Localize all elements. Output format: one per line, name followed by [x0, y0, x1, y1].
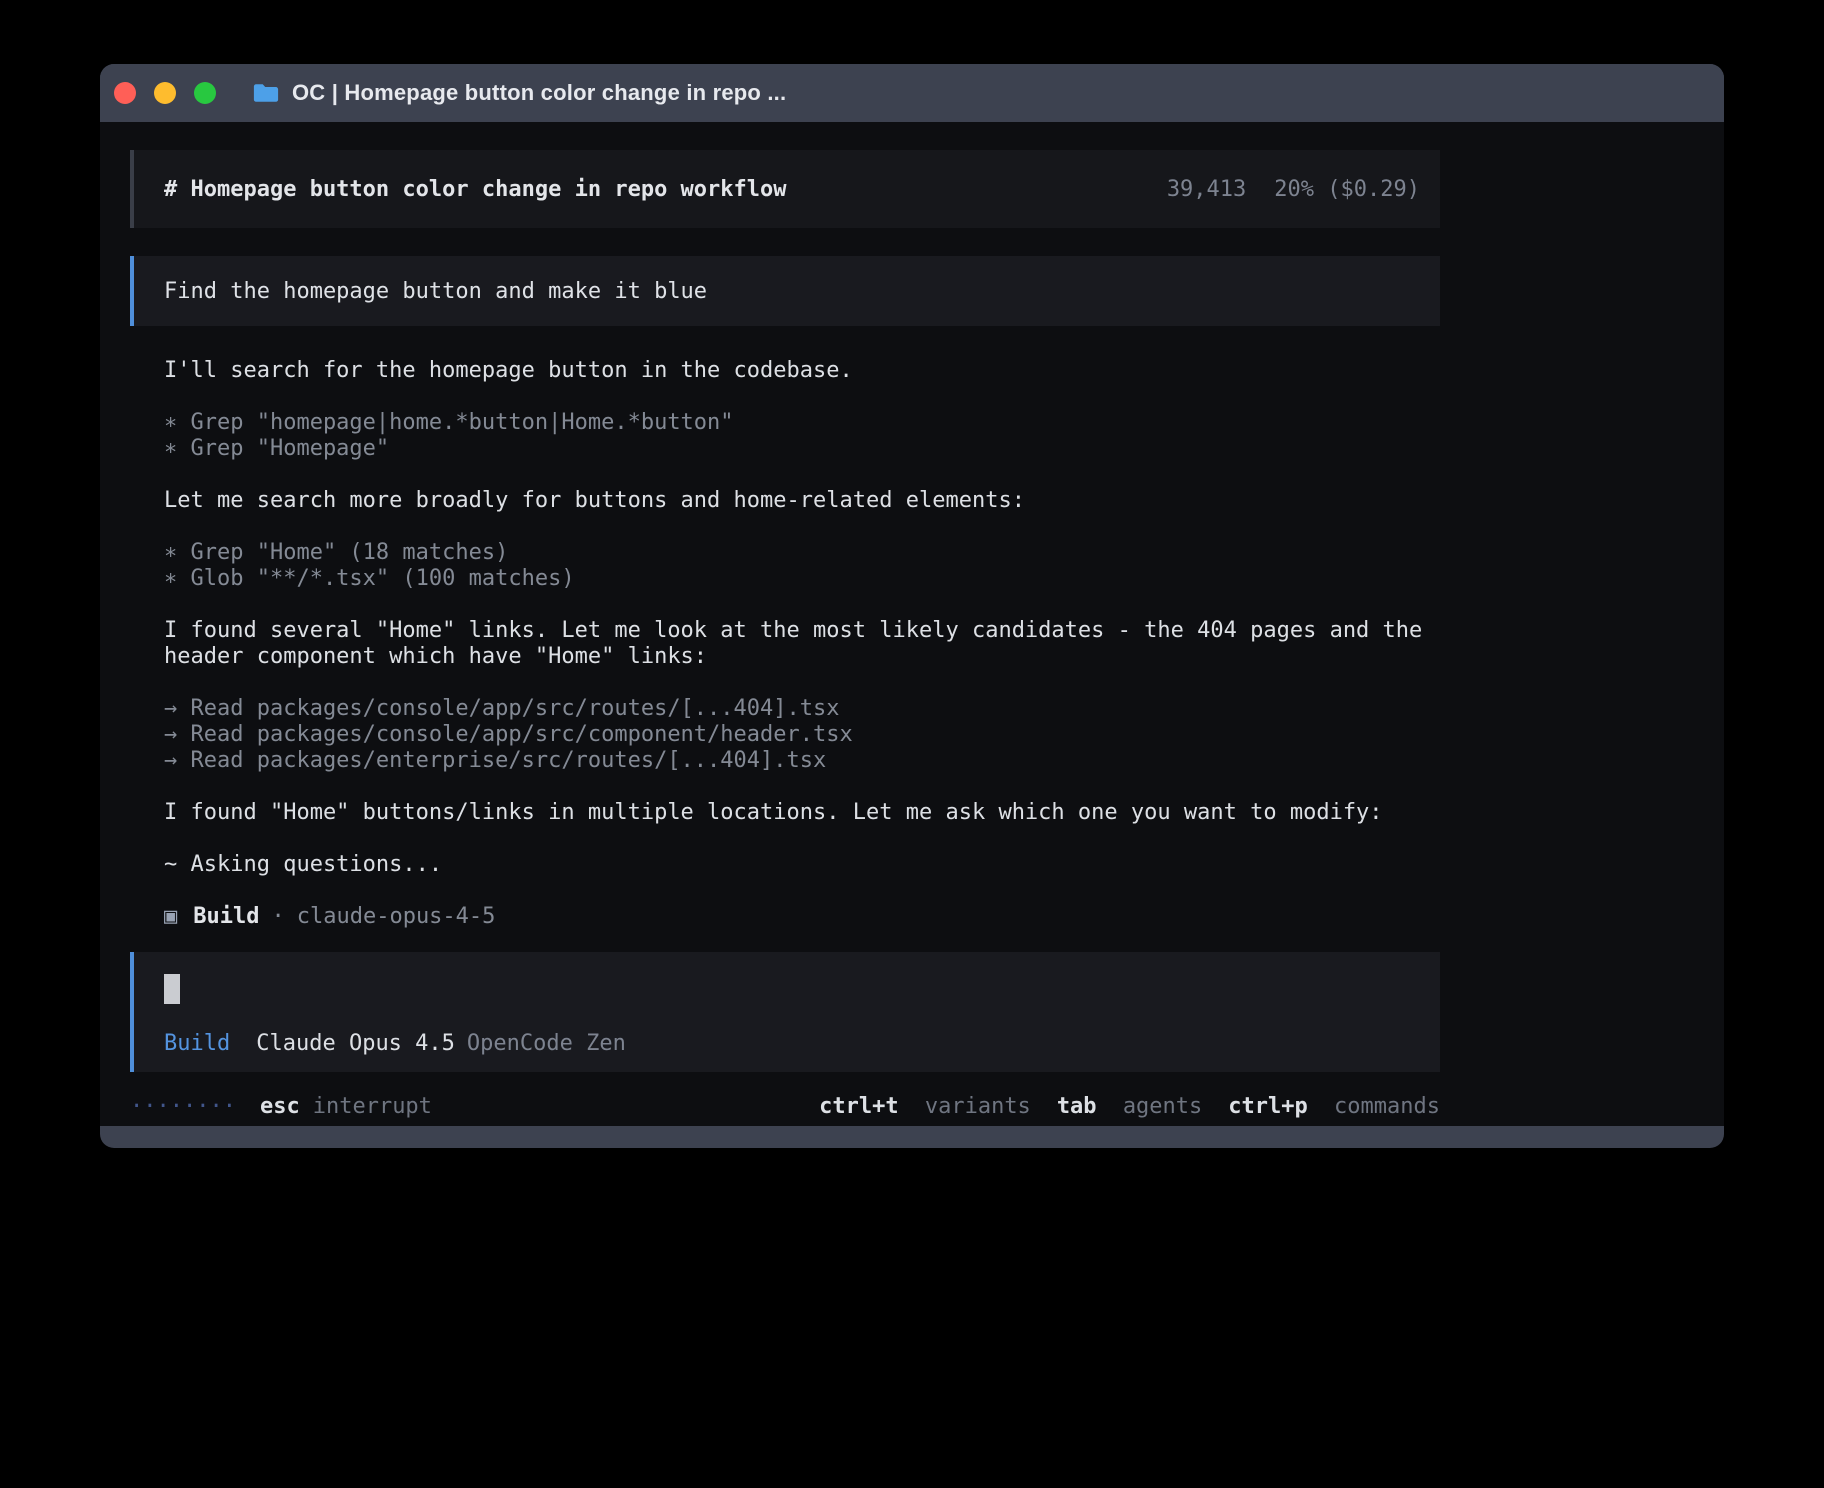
session-stats: 39,413 20% ($0.29): [1167, 177, 1420, 202]
esc-key-label: interrupt: [313, 1094, 432, 1120]
tool-call-line: ∗ Grep "Homepage": [164, 436, 389, 461]
provider-name: OpenCode Zen: [467, 1031, 626, 1056]
agent-name: Build: [193, 904, 259, 930]
terminal-window: OC | Homepage button color change in rep…: [100, 64, 1724, 1148]
status-bar-right: ctrl+t variants tab agents ctrl+p comman…: [819, 1094, 1440, 1120]
context-cost: 20% ($0.29): [1274, 177, 1420, 202]
read-file-line: → Read packages/enterprise/src/routes/[.…: [164, 748, 826, 773]
text-cursor: [164, 974, 180, 1004]
read-file-line: → Read packages/console/app/src/routes/[…: [164, 696, 840, 721]
shortcut-commands: ctrl+p commands: [1228, 1094, 1440, 1120]
status-bar: ········ esc interrupt ctrl+t variants t…: [130, 1094, 1440, 1120]
titlebar: OC | Homepage button color change in rep…: [100, 64, 1724, 122]
close-window-button[interactable]: [114, 82, 136, 104]
assistant-message: Let me search more broadly for buttons a…: [164, 488, 1454, 514]
assistant-message: I found "Home" buttons/links in multiple…: [164, 800, 1454, 826]
folder-icon: [252, 82, 280, 104]
read-file-line: → Read packages/console/app/src/componen…: [164, 722, 853, 747]
shortcut-key: ctrl+p: [1228, 1094, 1307, 1119]
agent-square-icon: ▣: [164, 904, 177, 930]
shortcut-label: agents: [1123, 1094, 1202, 1119]
agent-model: claude-opus-4-5: [297, 904, 496, 930]
user-message-text: Find the homepage button and make it blu…: [164, 279, 707, 304]
agent-status-line: ▣ Build · claude-opus-4-5: [164, 904, 1454, 930]
shortcut-label: commands: [1334, 1094, 1440, 1119]
assistant-message: I'll search for the homepage button in t…: [164, 358, 1454, 384]
mode-label[interactable]: Build: [164, 1031, 230, 1056]
session-title: # Homepage button color change in repo w…: [164, 177, 787, 202]
tool-call-group: → Read packages/console/app/src/routes/[…: [164, 696, 1454, 774]
tool-call-line: ∗ Glob "**/*.tsx" (100 matches): [164, 566, 575, 591]
shortcut-key: ctrl+t: [819, 1094, 898, 1119]
zoom-window-button[interactable]: [194, 82, 216, 104]
model-name[interactable]: Claude Opus 4.5: [256, 1031, 455, 1056]
tool-call-group: ∗ Grep "Home" (18 matches) ∗ Glob "**/*.…: [164, 540, 1454, 592]
terminal-body: # Homepage button color change in repo w…: [100, 122, 1724, 1126]
tool-call-group: ∗ Grep "homepage|home.*button|Home.*butt…: [164, 410, 1454, 462]
window-title: OC | Homepage button color change in rep…: [292, 80, 786, 106]
tool-call-line: ∗ Grep "homepage|home.*button|Home.*butt…: [164, 410, 734, 435]
shortcut-variants: ctrl+t variants: [819, 1094, 1031, 1120]
spinner-dots: ········: [130, 1094, 236, 1120]
token-count: 39,413: [1167, 177, 1246, 202]
shortcut-agents: tab agents: [1057, 1094, 1202, 1120]
assistant-message: I found several "Home" links. Let me loo…: [164, 618, 1454, 670]
status-line-asking: ~ Asking questions...: [164, 852, 1454, 878]
status-bar-left: ········ esc interrupt: [130, 1094, 432, 1120]
shortcut-label: variants: [925, 1094, 1031, 1119]
shortcut-key: tab: [1057, 1094, 1097, 1119]
tool-call-line: ∗ Grep "Home" (18 matches): [164, 540, 508, 565]
session-header: # Homepage button color change in repo w…: [130, 150, 1440, 228]
prompt-input[interactable]: Build Claude Opus 4.5 OpenCode Zen: [130, 952, 1440, 1072]
minimize-window-button[interactable]: [154, 82, 176, 104]
model-row: Build Claude Opus 4.5 OpenCode Zen: [164, 1031, 1440, 1056]
agent-separator: ·: [271, 904, 284, 930]
user-message-block: Find the homepage button and make it blu…: [130, 256, 1440, 326]
esc-key-hint: esc: [260, 1094, 300, 1120]
